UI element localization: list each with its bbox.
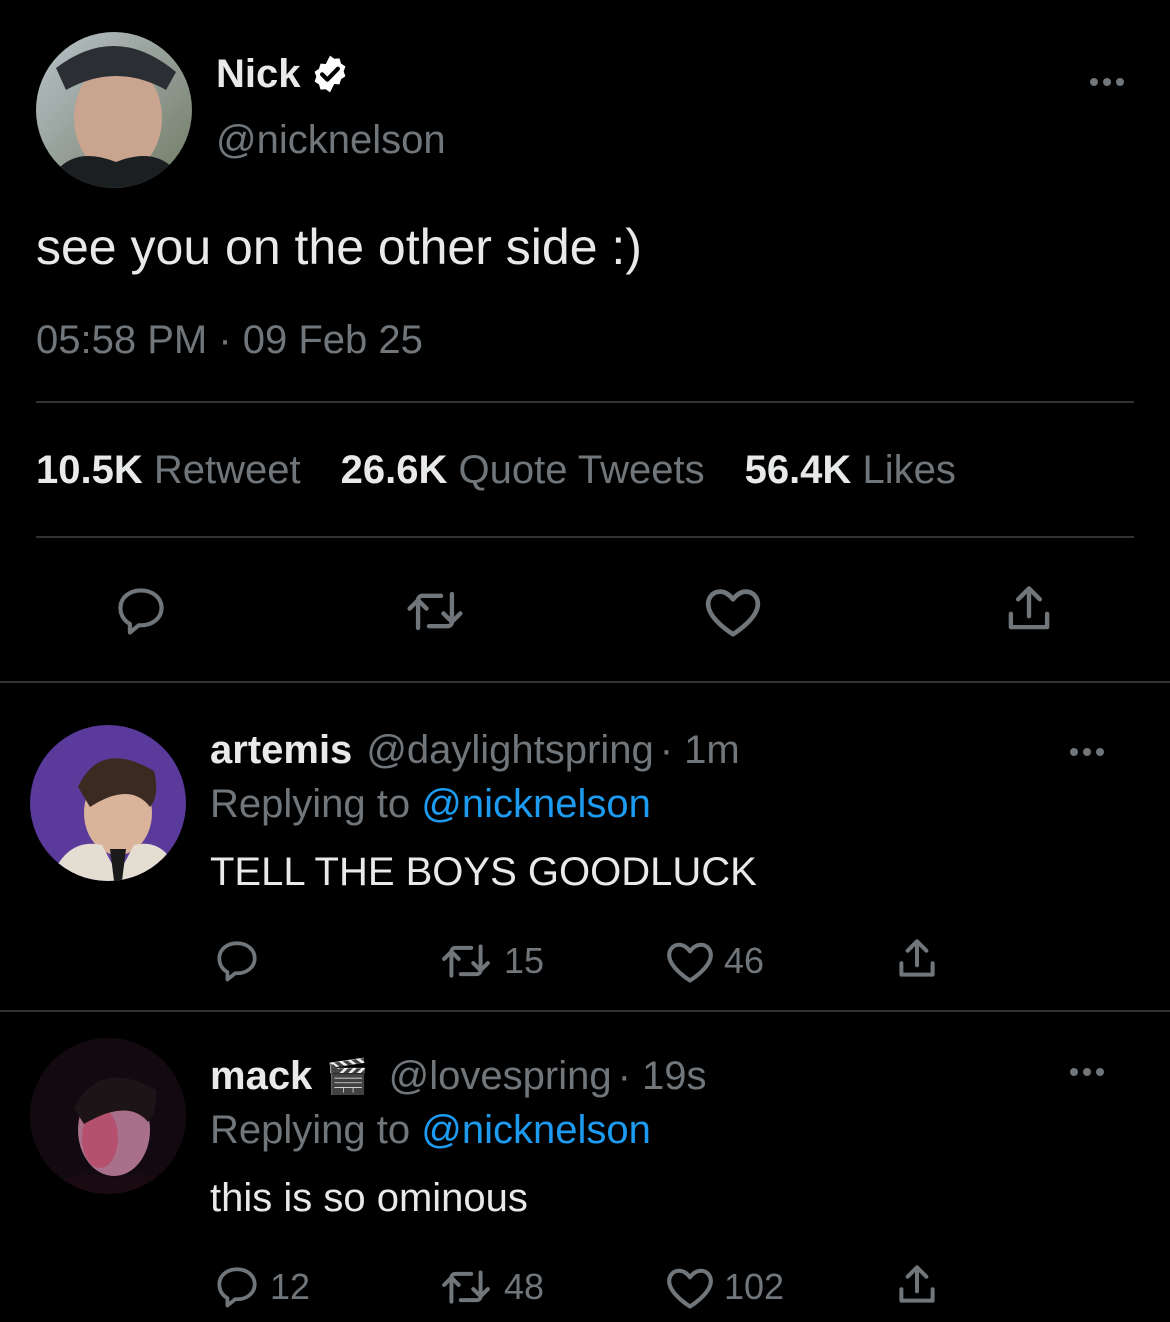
- retweet-button[interactable]: 15: [436, 936, 544, 986]
- replying-to-handle[interactable]: @nicknelson: [421, 1108, 651, 1152]
- reply-button[interactable]: 12: [212, 1262, 310, 1312]
- retweet-icon: [442, 1270, 490, 1304]
- tweet-text: see you on the other side :): [36, 219, 642, 275]
- clapper-board-emoji: 🎬: [326, 1057, 369, 1096]
- replying-to-prefix: Replying to: [210, 1108, 411, 1152]
- retweets-label: Retweet: [153, 448, 301, 492]
- retweet-button[interactable]: 48: [436, 1262, 544, 1312]
- retweet-icon: [442, 944, 490, 978]
- tweet-stats: 10.5K Retweet 26.6K Quote Tweets 56.4K L…: [36, 448, 956, 493]
- reply-header: artemis @daylightspring · 1m: [210, 728, 740, 773]
- more-options-icon[interactable]: [1070, 1068, 1104, 1076]
- retweet-button[interactable]: [400, 582, 470, 640]
- reply-text: TELL THE BOYS GOODLUCK: [210, 850, 757, 894]
- reply-text: this is so ominous: [210, 1176, 528, 1220]
- reply-button[interactable]: [212, 936, 270, 986]
- reply-icon: [217, 941, 257, 982]
- reply-time[interactable]: · 1m: [660, 728, 740, 773]
- retweet-count: 48: [504, 1266, 545, 1307]
- like-icon: [667, 942, 713, 983]
- quotes-count: 26.6K: [340, 448, 448, 492]
- reply-icon: [118, 588, 164, 635]
- retweet-count: 15: [504, 940, 545, 981]
- more-options-icon[interactable]: [1090, 78, 1124, 86]
- replying-to-prefix: Replying to: [210, 782, 411, 826]
- more-options-icon[interactable]: [1070, 748, 1104, 756]
- reply-name[interactable]: mack: [210, 1054, 312, 1099]
- divider: [0, 681, 1170, 683]
- reply-name[interactable]: artemis: [210, 728, 352, 773]
- reply-handle[interactable]: @daylightspring: [366, 728, 653, 773]
- likes-label: Likes: [862, 448, 956, 492]
- like-button[interactable]: [702, 582, 764, 640]
- replying-to: Replying to @nicknelson: [210, 1108, 651, 1153]
- reply-avatar[interactable]: [30, 1038, 186, 1194]
- divider: [0, 1010, 1170, 1012]
- share-button[interactable]: [892, 1260, 942, 1310]
- share-button[interactable]: [892, 934, 942, 984]
- like-button[interactable]: 46: [664, 936, 764, 986]
- divider: [36, 536, 1134, 538]
- like-count: 102: [724, 1266, 785, 1307]
- author-handle[interactable]: @nicknelson: [216, 118, 446, 163]
- reply-time[interactable]: · 19s: [618, 1054, 707, 1099]
- like-icon: [667, 1268, 713, 1309]
- likes-stat[interactable]: 56.4K Likes: [745, 448, 956, 493]
- verified-badge-icon: [309, 53, 351, 95]
- reply-button[interactable]: [112, 582, 170, 640]
- reply-icon: [217, 1267, 257, 1308]
- reply-avatar[interactable]: [30, 725, 186, 881]
- share-icon: [899, 1265, 935, 1303]
- like-count: 46: [724, 940, 765, 981]
- share-icon: [899, 939, 935, 977]
- replying-to: Replying to @nicknelson: [210, 782, 651, 827]
- retweet-icon: [407, 591, 463, 631]
- author-name-row: Nick: [216, 50, 351, 98]
- author-avatar[interactable]: [36, 32, 192, 188]
- quotes-label: Quote Tweets: [458, 448, 705, 492]
- reply-handle[interactable]: @lovespring: [389, 1054, 612, 1099]
- tweet-timestamp[interactable]: 05:58 PM · 09 Feb 25: [36, 318, 423, 363]
- reply-header: mack 🎬 @lovespring · 19s: [210, 1054, 707, 1099]
- replying-to-handle[interactable]: @nicknelson: [421, 782, 651, 826]
- like-button[interactable]: 102: [664, 1262, 784, 1312]
- divider: [36, 401, 1134, 403]
- share-button[interactable]: [1000, 580, 1058, 638]
- reply-count: 12: [270, 1266, 311, 1307]
- like-icon: [705, 589, 761, 637]
- likes-count: 56.4K: [744, 448, 852, 492]
- retweets-count: 10.5K: [36, 448, 143, 492]
- share-icon: [1008, 586, 1050, 630]
- retweets-stat[interactable]: 10.5K Retweet: [36, 448, 301, 493]
- author-name[interactable]: Nick: [216, 52, 301, 97]
- quotes-stat[interactable]: 26.6K Quote Tweets: [341, 448, 705, 493]
